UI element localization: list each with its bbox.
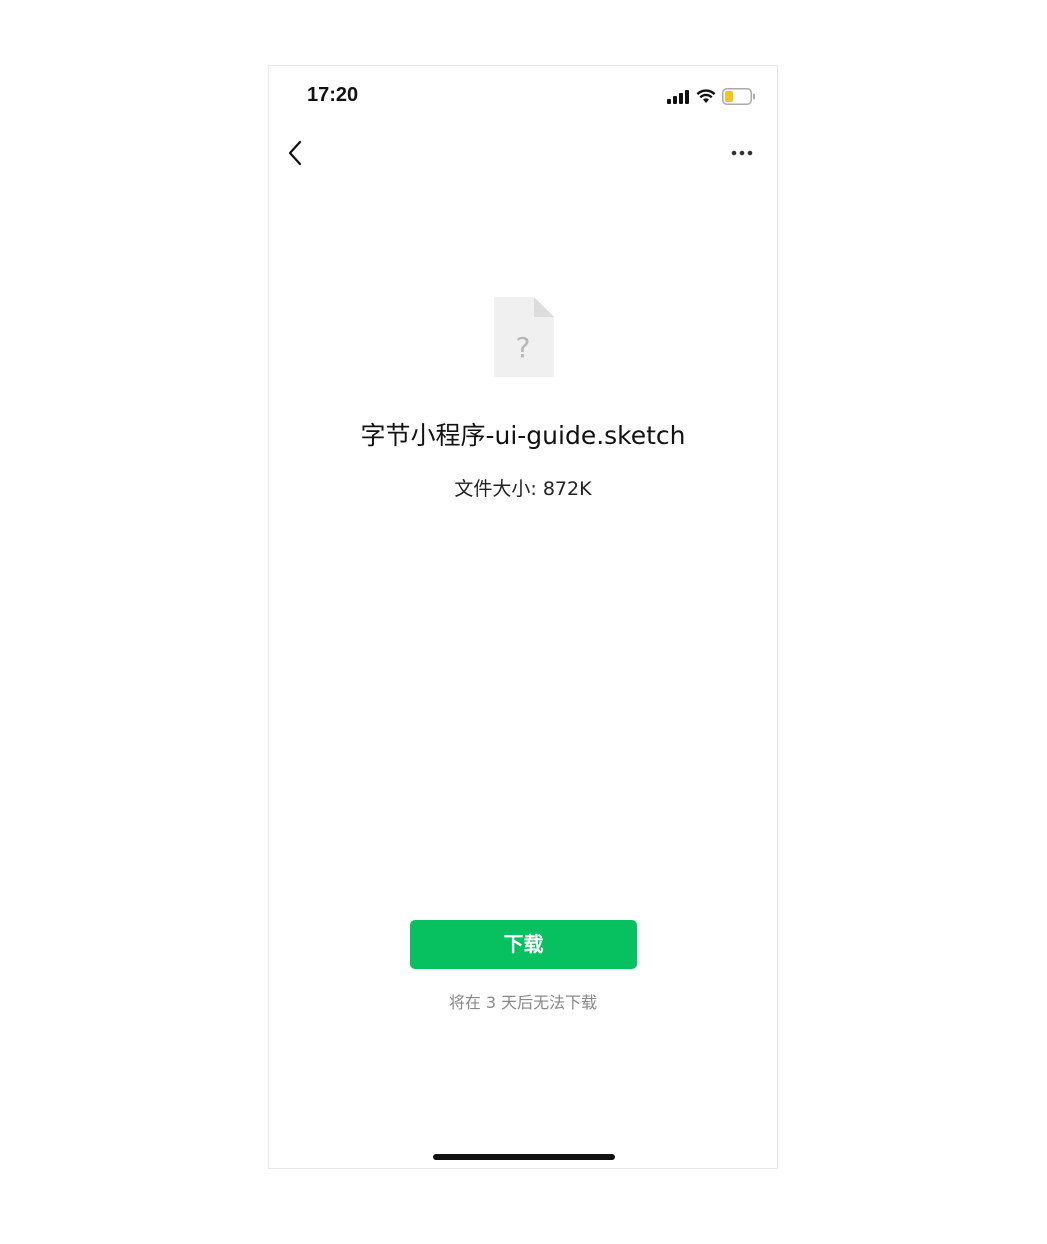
- more-dots-icon: [731, 150, 753, 156]
- battery-low-icon: [722, 88, 755, 105]
- status-bar: 17:20: [269, 66, 777, 126]
- home-indicator: [433, 1154, 615, 1160]
- cellular-signal-icon: [667, 90, 689, 104]
- back-button[interactable]: [283, 136, 313, 170]
- navigation-bar: [269, 128, 777, 180]
- file-name: 字节小程序-ui-guide.sketch: [360, 421, 686, 450]
- wifi-icon: [696, 89, 716, 103]
- expire-note: 将在 3 天后无法下载: [448, 993, 598, 1012]
- phone-screen: 17:20 ? 字节小程序-ui-guide.sketch 文件大小: 872K…: [268, 65, 778, 1169]
- more-options-button[interactable]: [727, 140, 761, 166]
- status-time: 17:20: [307, 84, 359, 106]
- file-size: 文件大小: 872K: [454, 478, 592, 500]
- question-mark-glyph: ?: [516, 331, 531, 364]
- unknown-file-icon: ?: [494, 297, 554, 377]
- chevron-left-icon: [288, 140, 302, 166]
- download-button[interactable]: 下载: [410, 920, 637, 969]
- status-icons: [667, 88, 757, 106]
